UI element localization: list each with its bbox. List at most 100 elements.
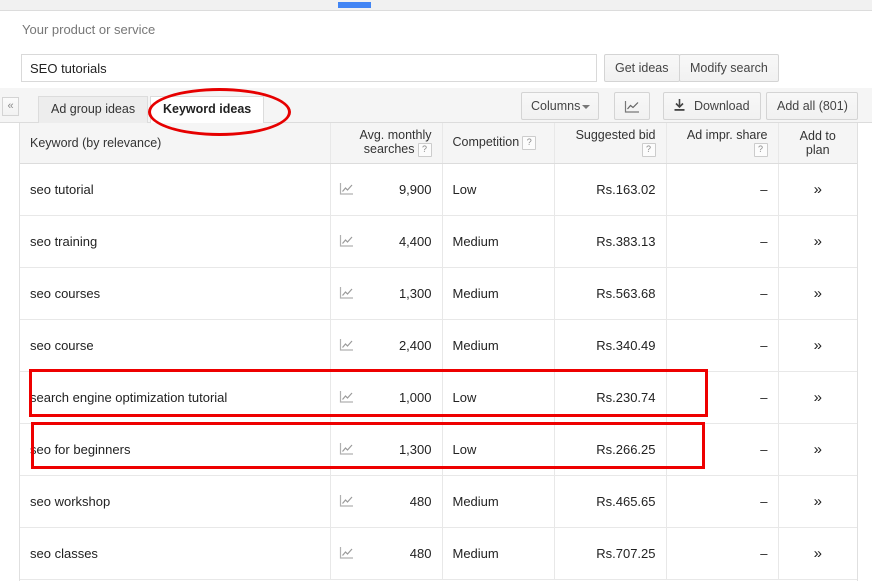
add-all-button[interactable]: Add all (801) [766,92,858,120]
cell-add-to-plan[interactable]: » [778,475,857,528]
table-row[interactable]: search engine optimization tutorial 1,000… [20,371,857,424]
competition-value: Medium [452,545,499,561]
add-to-plan-icon[interactable]: » [814,181,822,198]
column-header-competition-label: Competition [452,135,520,150]
cell-ad-impr-share: – [666,371,779,424]
cell-avg-monthly-searches: 4,400 [330,215,443,268]
row-trend-chart-icon[interactable] [339,286,354,300]
help-icon-competition[interactable]: ? [522,136,537,151]
add-to-plan-icon[interactable]: » [814,441,822,458]
cell-add-to-plan[interactable]: » [778,371,857,424]
cell-keyword[interactable]: seo training [20,215,331,268]
cell-avg-monthly-searches: 1,300 [330,423,443,476]
row-trend-chart-icon[interactable] [339,442,354,456]
table-row[interactable]: seo tutorial 9,900 Low Rs.163.02 – » [20,163,857,216]
avg-monthly-searches-value: 1,000 [398,389,432,405]
cell-ad-impr-share: – [666,319,779,372]
avg-monthly-searches-value: 4,400 [398,233,432,249]
cell-keyword[interactable]: seo workshop [20,475,331,528]
cell-add-to-plan[interactable]: » [778,423,857,476]
row-trend-chart-icon[interactable] [339,338,354,352]
cell-keyword[interactable]: seo courses [20,267,331,320]
avg-monthly-searches-value: 1,300 [398,441,432,457]
suggested-bid-value: Rs.266.25 [596,441,656,457]
table-row[interactable]: seo workshop 480 Medium Rs.465.65 – » [20,475,857,528]
competition-value: Medium [452,233,499,249]
cell-avg-monthly-searches: 1,000 [330,371,443,424]
add-to-plan-icon[interactable]: » [814,493,822,510]
table-row[interactable]: seo course 2,400 Medium Rs.340.49 – » [20,319,857,372]
cell-add-to-plan[interactable]: » [778,267,857,320]
cell-avg-monthly-searches: 480 [330,527,443,580]
cell-competition: Low [442,371,555,424]
cell-keyword[interactable]: seo for beginners [20,423,331,476]
cell-suggested-bid: Rs.563.68 [554,267,667,320]
ad-impr-share-value: – [760,285,768,301]
suggested-bid-value: Rs.230.74 [596,389,656,405]
add-to-plan-icon[interactable]: » [814,389,822,406]
table-row[interactable]: seo courses 1,300 Medium Rs.563.68 – » [20,267,857,320]
tab-ad-group-ideas[interactable]: Ad group ideas [38,96,149,123]
column-header-avg-monthly-searches[interactable]: Avg. monthly searches? [330,123,443,164]
top-bar [0,0,872,11]
cell-ad-impr-share: – [666,267,779,320]
ad-impr-share-value: – [760,493,768,509]
chart-toggle-button[interactable] [614,92,650,120]
columns-button[interactable]: Columns [521,92,599,120]
ad-impr-share-value: – [760,545,768,561]
cell-add-to-plan[interactable]: » [778,163,857,216]
avg-monthly-searches-value: 2,400 [398,337,432,353]
table-row[interactable]: seo for beginners 1,300 Low Rs.266.25 – » [20,423,857,476]
row-trend-chart-icon[interactable] [339,234,354,248]
cell-avg-monthly-searches: 480 [330,475,443,528]
competition-value: Medium [452,337,499,353]
modify-search-button[interactable]: Modify search [679,54,779,82]
get-ideas-button[interactable]: Get ideas [604,54,680,82]
cell-ad-impr-share: – [666,527,779,580]
avg-monthly-searches-value: 480 [409,493,432,509]
keyword-text: search engine optimization tutorial [30,389,228,405]
help-icon-ad-impr-share[interactable]: ? [753,143,768,158]
cell-keyword[interactable]: seo classes [20,527,331,580]
column-header-suggested-bid[interactable]: Suggested bid? [554,123,667,164]
add-to-plan-icon[interactable]: » [814,545,822,562]
cell-competition: Medium [442,475,555,528]
add-to-plan-icon[interactable]: » [814,285,822,302]
cell-suggested-bid: Rs.383.13 [554,215,667,268]
add-to-plan-icon[interactable]: » [814,233,822,250]
row-trend-chart-icon[interactable] [339,182,354,196]
cell-add-to-plan[interactable]: » [778,319,857,372]
cell-competition: Low [442,423,555,476]
avg-monthly-searches-value: 9,900 [398,181,432,197]
column-header-competition[interactable]: Competition? [442,123,555,164]
add-to-plan-icon[interactable]: » [814,337,822,354]
cell-ad-impr-share: – [666,475,779,528]
ad-impr-share-value: – [760,233,768,249]
table-row[interactable]: seo training 4,400 Medium Rs.383.13 – » [20,215,857,268]
help-icon-suggested-bid[interactable]: ? [641,143,656,158]
download-button-label: Download [693,99,750,113]
collapse-sidebar-button[interactable]: « [2,97,19,116]
tab-keyword-ideas[interactable]: Keyword ideas [150,96,265,123]
column-header-keyword[interactable]: Keyword (by relevance) [20,123,331,164]
chevron-down-icon [582,105,590,109]
competition-value: Low [452,389,477,405]
table-row[interactable]: seo classes 480 Medium Rs.707.25 – » [20,527,857,580]
row-trend-chart-icon[interactable] [339,390,354,404]
cell-keyword[interactable]: search engine optimization tutorial [20,371,331,424]
search-label: Your product or service [22,22,156,37]
download-button[interactable]: Download [663,92,761,120]
cell-add-to-plan[interactable]: » [778,215,857,268]
help-icon-avg-monthly-searches[interactable]: ? [417,143,432,158]
cell-ad-impr-share: – [666,163,779,216]
search-input[interactable] [21,54,597,82]
cell-keyword[interactable]: seo course [20,319,331,372]
suggested-bid-value: Rs.340.49 [596,337,656,353]
cell-keyword[interactable]: seo tutorial [20,163,331,216]
row-trend-chart-icon[interactable] [339,494,354,508]
row-trend-chart-icon[interactable] [339,546,354,560]
cell-suggested-bid: Rs.707.25 [554,527,667,580]
line-chart-icon [624,100,639,113]
column-header-ad-impr-share[interactable]: Ad impr. share? [666,123,779,164]
cell-add-to-plan[interactable]: » [778,527,857,580]
